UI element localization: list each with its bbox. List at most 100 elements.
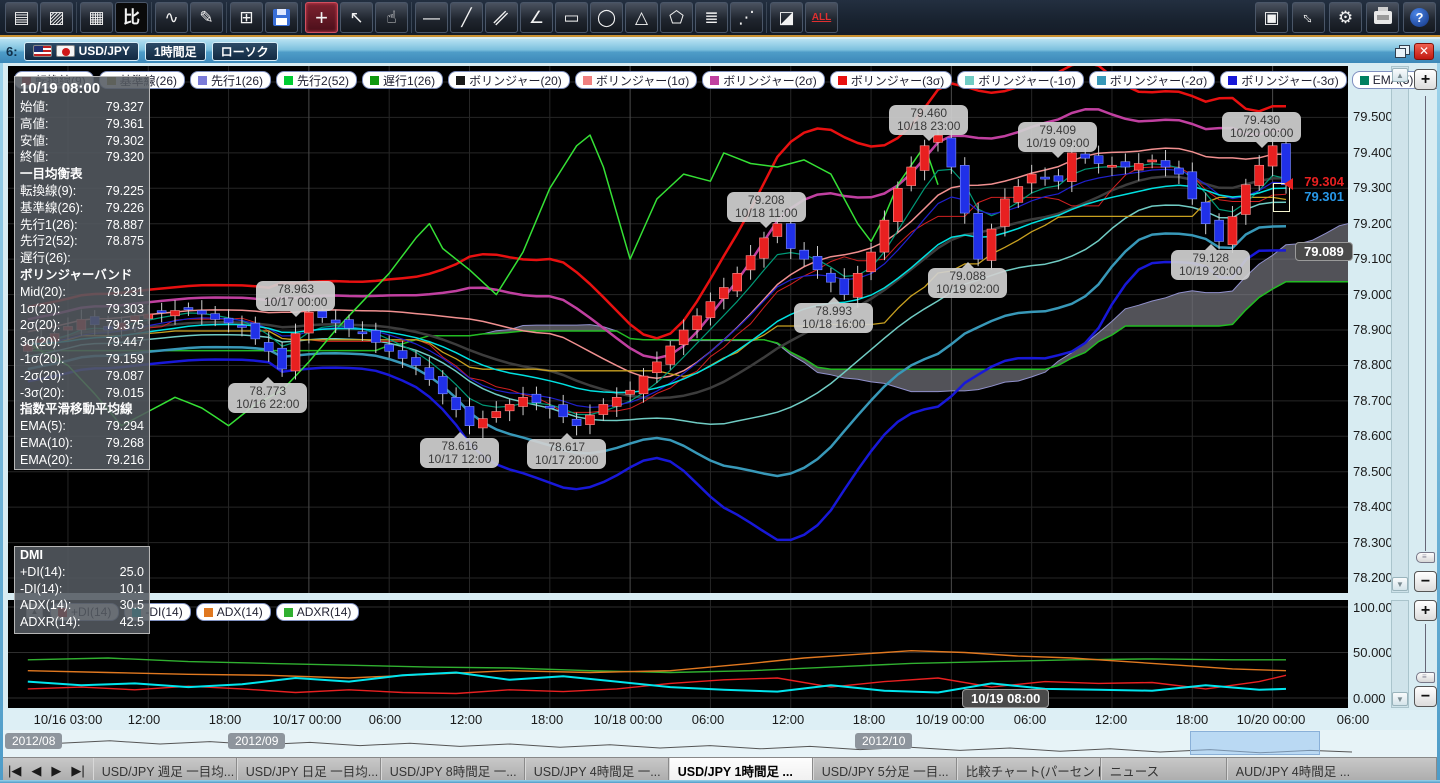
overview-scrollbar[interactable]: 2012/082012/092012/10 (0, 730, 1440, 757)
data-row: 3σ(20):79.447 (15, 334, 149, 351)
data-row-value: 79.268 (106, 435, 144, 452)
zoom-out-button[interactable]: − (1414, 571, 1437, 592)
cursor-icon[interactable]: ↖ (340, 2, 373, 33)
visible-range-handle[interactable] (1190, 731, 1320, 755)
dmi-axis-label: 0.000 (1353, 691, 1386, 706)
period-button[interactable]: 1時間足 (145, 42, 206, 61)
dmi-zoom-in-button[interactable]: + (1414, 600, 1437, 621)
tab-nav-arrow[interactable]: ▶| (67, 763, 88, 779)
fullscreen-glyph: ⇔ (1296, 5, 1320, 29)
chart-type-button[interactable]: ローソク (212, 42, 278, 61)
legend-item-toggle[interactable]: 遅行1(26) (362, 71, 443, 89)
pencil-icon[interactable]: ✎ (190, 2, 223, 33)
fibonacci-levels-icon[interactable]: ≣ (695, 2, 728, 33)
annotation-time: 10/18 23:00 (897, 120, 960, 133)
main-chart-panel[interactable]: 転換線(9)基準線(26)先行1(26)先行2(52)遅行1(26)ボリンジャー… (8, 66, 1348, 593)
rectangle-icon[interactable]: ▭ (555, 2, 588, 33)
help-icon[interactable]: ? (1403, 2, 1436, 33)
crosshair-icon[interactable]: + (305, 2, 338, 33)
dmi-zoom-out-button[interactable]: − (1414, 686, 1437, 707)
crosshair-glyph: + (315, 7, 328, 29)
data-row-value: 79.087 (106, 368, 144, 385)
data-row-label: -DI(14): (20, 581, 62, 598)
eraser-icon[interactable]: ◪ (770, 2, 803, 33)
parallel-lines-icon[interactable]: ∥ (485, 2, 518, 33)
overview-month-label: 2012/08 (5, 733, 62, 749)
angle-line-icon[interactable]: ∠ (520, 2, 553, 33)
new-chart-icon[interactable]: ▨ (40, 2, 73, 33)
zoom-slider-handle[interactable] (1416, 552, 1435, 563)
settings-icon[interactable]: ⚙ (1329, 2, 1362, 33)
dmi-legend-item-toggle[interactable]: ADX(14) (196, 603, 271, 621)
compare-icon[interactable]: 比 (115, 2, 148, 33)
time-axis-label: 10/16 03:00 (34, 712, 103, 727)
time-axis-label: 06:00 (369, 712, 402, 727)
chart-type-label: ローソク (221, 43, 269, 60)
restore-window-icon[interactable] (1395, 45, 1410, 58)
gann-fan-icon[interactable]: ⬠ (660, 2, 693, 33)
legend-item-toggle[interactable]: ボリンジャー(1σ) (575, 71, 697, 89)
scroll-up-button[interactable]: ▲ (1392, 68, 1408, 82)
fullscreen-icon[interactable]: ⇔ (1292, 2, 1325, 33)
candlestick-chart-canvas[interactable] (8, 66, 1348, 593)
data-row-value: 42.5 (120, 614, 144, 631)
horizontal-line-icon[interactable]: — (415, 2, 448, 33)
legend-item-toggle[interactable]: ボリンジャー(-2σ) (1089, 71, 1215, 89)
trend-line-icon[interactable]: ╱ (450, 2, 483, 33)
item-list-icon[interactable]: ▤ (5, 2, 38, 33)
price-annotation: 78.77310/16 22:00 (228, 383, 307, 413)
main-chart-scrollbar[interactable] (1391, 66, 1409, 593)
zoom-slider-track (1425, 96, 1426, 551)
ask-price-arrow-icon (1278, 178, 1293, 190)
legend-item-toggle[interactable]: EMA(5) (1352, 71, 1422, 89)
tab-nav-arrow[interactable]: ◀ (27, 763, 45, 779)
close-window-button[interactable]: ✕ (1414, 43, 1434, 60)
legend-item-swatch (370, 76, 379, 85)
dmi-data-panel-rows: DMI+DI(14):25.0-DI(14):10.1ADX(14):30.5A… (15, 547, 149, 631)
print-icon[interactable] (1366, 2, 1399, 33)
data-row: EMA(20):79.216 (15, 452, 149, 469)
dmi-scroll-down-button[interactable]: ▼ (1392, 692, 1408, 706)
draw-mode-icon[interactable]: ∿ (155, 2, 188, 33)
dmi-legend-item-toggle[interactable]: ADXR(14) (276, 603, 360, 621)
time-axis-label: 12:00 (772, 712, 805, 727)
save-icon[interactable] (265, 2, 298, 33)
legend-item-toggle[interactable]: ボリンジャー(-3σ) (1220, 71, 1346, 89)
tab-nav-arrow[interactable]: ▶ (47, 763, 65, 779)
toolbar-group: ⊞ (227, 2, 302, 33)
price-axis-label: 79.100 (1353, 251, 1393, 266)
time-axis-label: 06:00 (692, 712, 725, 727)
chart-window-titlebar[interactable]: 6: USD/JPY 1時間足 ローソク ✕ (0, 39, 1440, 63)
data-row: 始値:79.327 (15, 99, 149, 116)
bollinger-plus1-line (28, 148, 1286, 378)
data-row: Mid(20):79.231 (15, 284, 149, 301)
hand-icon[interactable]: ☝ (375, 2, 408, 33)
data-row: 遅行(26): (15, 250, 149, 267)
triangle-icon[interactable]: △ (625, 2, 658, 33)
data-row: +DI(14):25.0 (15, 564, 149, 581)
legend-item-toggle[interactable]: ボリンジャー(2σ) (702, 71, 824, 89)
legend-item-label: ボリンジャー(3σ) (851, 72, 944, 89)
dmi-sub-panel[interactable]: ▲ +DI(14)-DI(14)ADX(14)ADXR(14) (8, 600, 1348, 708)
chart-settings-icon[interactable]: ⊞ (230, 2, 263, 33)
eraser-all-icon[interactable]: ALL (805, 2, 838, 33)
data-row-label: 安値: (20, 133, 48, 150)
legend-item-toggle[interactable]: 先行2(52) (276, 71, 357, 89)
calendar-icon[interactable]: ▦ (80, 2, 113, 33)
legend-item-toggle[interactable]: ボリンジャー(20) (448, 71, 570, 89)
ellipse-icon[interactable]: ◯ (590, 2, 623, 33)
legend-item-toggle[interactable]: ボリンジャー(-1σ) (957, 71, 1083, 89)
tab-nav-arrow[interactable]: |◀ (4, 763, 25, 779)
data-row-label: 2σ(20): (20, 317, 60, 334)
dmi-zoom-slider-handle[interactable] (1416, 672, 1435, 683)
currency-pair-button[interactable]: USD/JPY (24, 42, 139, 61)
time-axis-label: 10/18 00:00 (594, 712, 663, 727)
window-number: 6: (6, 44, 18, 59)
legend-item-toggle[interactable]: ボリンジャー(3σ) (830, 71, 952, 89)
fibonacci-fan-icon[interactable]: ⋰ (730, 2, 763, 33)
zoom-in-button[interactable]: + (1414, 69, 1437, 90)
scroll-down-button[interactable]: ▼ (1392, 577, 1408, 591)
crosshair-time-tooltip: 10/19 08:00 (962, 689, 1049, 708)
legend-item-toggle[interactable]: 先行1(26) (190, 71, 271, 89)
windows-icon[interactable]: ▣ (1255, 2, 1288, 33)
